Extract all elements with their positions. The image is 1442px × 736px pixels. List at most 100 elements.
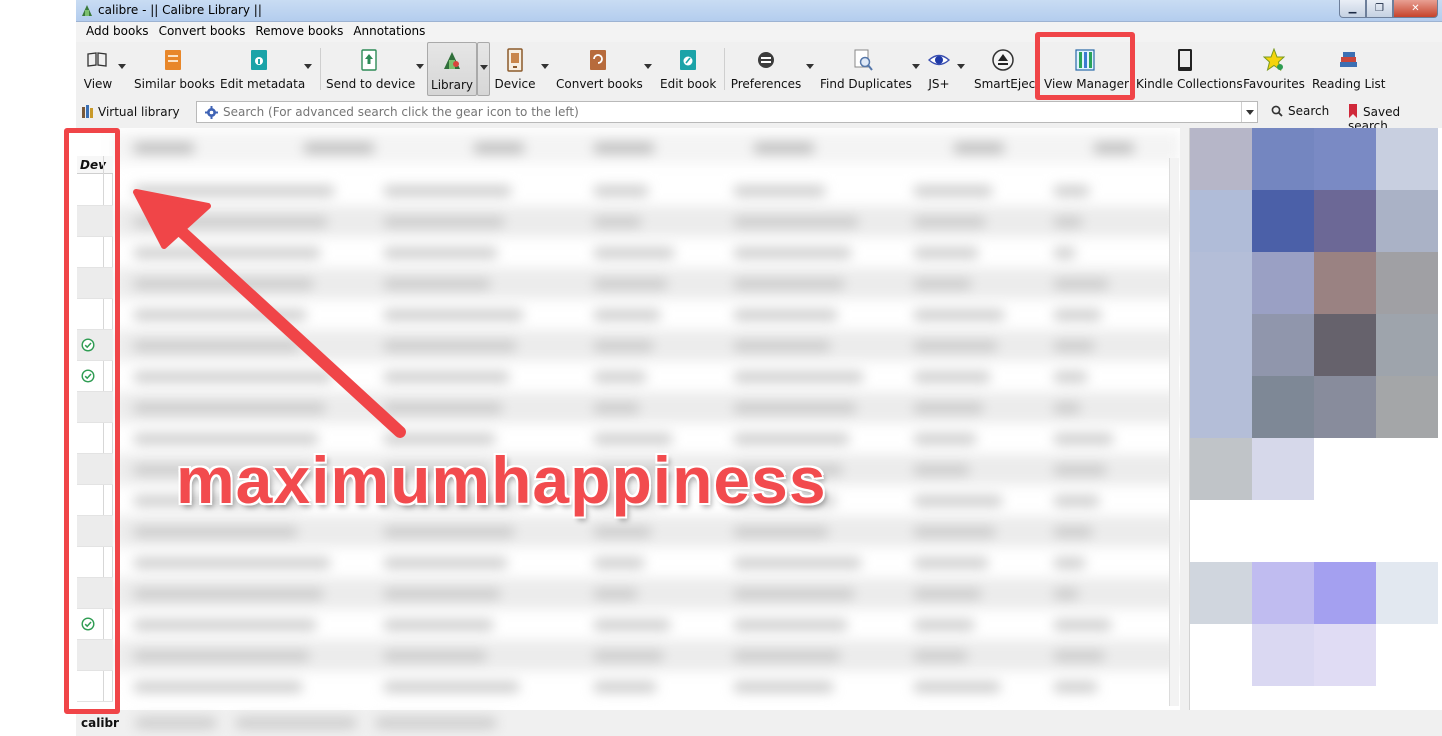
blurred-cell <box>1054 186 1089 196</box>
blurred-cell <box>914 496 1002 506</box>
cover-thumbnail[interactable] <box>1314 128 1376 190</box>
blurred-cell <box>734 527 828 537</box>
favourites-button[interactable]: Favourites <box>1242 42 1306 96</box>
cover-thumbnail[interactable] <box>1252 438 1314 500</box>
annotation-text: maximumhappiness <box>176 443 827 517</box>
blurred-cell <box>734 651 840 661</box>
blurred-cell <box>1054 465 1106 475</box>
preferences-icon <box>758 52 774 68</box>
blurred-cell <box>594 558 644 568</box>
find-duplicates-dropdown-icon[interactable] <box>912 64 920 69</box>
convert-books-dropdown-icon[interactable] <box>644 64 652 69</box>
blurred-cell <box>594 217 641 227</box>
table-row[interactable] <box>114 578 1180 609</box>
preferences-label: Preferences <box>730 77 802 91</box>
cover-thumbnail[interactable] <box>1252 128 1314 190</box>
blurred-cell <box>594 310 660 320</box>
convert-books-button[interactable]: Convert books <box>556 42 643 96</box>
minimize-button[interactable]: ▁ <box>1339 0 1366 18</box>
cover-thumbnail[interactable] <box>1376 562 1438 624</box>
cover-thumbnail[interactable] <box>1190 252 1252 314</box>
cover-thumbnail[interactable] <box>1190 314 1252 376</box>
cover-thumbnail[interactable] <box>1252 562 1314 624</box>
blurred-cell <box>134 527 297 537</box>
cover-thumbnail[interactable] <box>1376 128 1438 190</box>
cover-thumbnail[interactable] <box>1252 624 1314 686</box>
blurred-cell <box>914 248 978 258</box>
search-button[interactable]: Search <box>1271 104 1329 118</box>
js-plus-dropdown-icon[interactable] <box>957 64 965 69</box>
preferences-button[interactable]: Preferences <box>730 42 802 96</box>
close-button[interactable]: ✕ <box>1393 0 1438 18</box>
cover-thumbnail[interactable] <box>1376 376 1438 438</box>
reading-list-button[interactable]: Reading List <box>1312 42 1386 96</box>
js-plus-label: JS+ <box>928 77 950 91</box>
table-row[interactable] <box>114 516 1180 547</box>
cover-thumbnail[interactable] <box>1376 252 1438 314</box>
blurred-cell <box>134 651 309 661</box>
blurred-cell <box>594 341 653 351</box>
blurred-cell <box>914 279 971 289</box>
edit-book-button[interactable]: Edit book <box>660 42 716 96</box>
blurred-cell <box>914 465 969 475</box>
cover-thumbnail[interactable] <box>1252 376 1314 438</box>
toolbar-separator <box>724 48 725 90</box>
cover-thumbnail[interactable] <box>1376 314 1438 376</box>
blurred-cell <box>734 248 851 258</box>
maximize-button[interactable]: ❐ <box>1366 0 1393 18</box>
cover-thumbnail[interactable] <box>1314 314 1376 376</box>
window-controls: ▁ ❐ ✕ <box>1339 0 1438 18</box>
blurred-cell <box>1054 682 1097 692</box>
edit-book-icon <box>680 50 696 70</box>
blurred-cell <box>914 558 988 568</box>
cover-thumbnail[interactable] <box>1314 376 1376 438</box>
blurred-cell <box>914 217 985 227</box>
cover-thumbnail[interactable] <box>1190 438 1252 500</box>
cover-thumbnail[interactable] <box>1252 252 1314 314</box>
blurred-cell <box>734 217 858 227</box>
table-row[interactable] <box>114 640 1180 671</box>
library-dropdown-button[interactable] <box>477 42 490 96</box>
search-history-dropdown[interactable] <box>1241 102 1257 122</box>
kindle-collections-button[interactable]: Kindle Collections <box>1136 42 1243 96</box>
blurred-cell <box>384 682 519 692</box>
table-row[interactable] <box>114 547 1180 578</box>
preferences-dropdown-icon[interactable] <box>806 64 814 69</box>
table-row[interactable] <box>114 671 1180 702</box>
js-plus-button[interactable]: JS+ <box>924 42 954 96</box>
device-dropdown-icon[interactable] <box>541 64 549 69</box>
blurred-cell <box>594 620 670 630</box>
blurred-cell <box>734 341 830 351</box>
cover-thumbnail[interactable] <box>1252 190 1314 252</box>
blurred-cell <box>734 372 863 382</box>
cover-thumbnail[interactable] <box>1314 252 1376 314</box>
status-bar-text: calibr <box>81 716 119 730</box>
blurred-cell <box>914 310 1004 320</box>
blurred-cell <box>594 372 646 382</box>
cover-thumbnail[interactable] <box>1314 624 1376 686</box>
cover-thumbnail[interactable] <box>1190 562 1252 624</box>
blurred-cell <box>734 186 825 196</box>
blurred-cell <box>734 558 861 568</box>
find-duplicates-button[interactable]: Find Duplicates <box>820 42 912 96</box>
blurred-cell <box>594 248 674 258</box>
cover-grid[interactable] <box>1189 128 1442 710</box>
blurred-cell <box>134 558 330 568</box>
table-row[interactable] <box>114 609 1180 640</box>
cover-thumbnail[interactable] <box>1190 190 1252 252</box>
blurred-cell <box>914 527 995 537</box>
cover-thumbnail[interactable] <box>1314 562 1376 624</box>
cover-thumbnail[interactable] <box>1190 376 1252 438</box>
cover-thumbnail[interactable] <box>1252 314 1314 376</box>
blurred-cell <box>914 682 1000 692</box>
blurred-cell <box>1054 341 1094 351</box>
cover-thumbnail[interactable] <box>1376 190 1438 252</box>
cover-thumbnail[interactable] <box>1190 128 1252 190</box>
blurred-cell <box>1054 527 1092 537</box>
smart-eject-button[interactable]: SmartEject <box>974 42 1040 96</box>
book-list-scrollbar[interactable] <box>1169 158 1179 706</box>
cover-thumbnail[interactable] <box>1314 190 1376 252</box>
search-icon <box>1271 105 1283 117</box>
device-button[interactable]: Device <box>492 42 538 96</box>
blurred-cell <box>734 279 844 289</box>
